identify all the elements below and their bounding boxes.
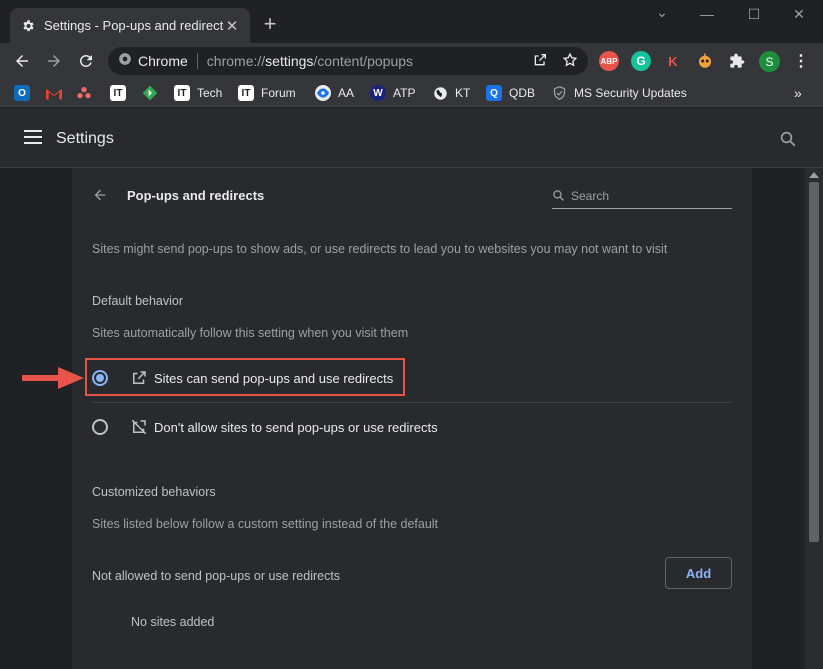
bookmark-label: Tech [197,86,223,100]
address-bar[interactable]: Chrome chrome://settings/content/popups [108,47,588,75]
bookmark-label: MS Security Updates [574,86,687,100]
menu-icon[interactable] [24,130,42,144]
new-tab-button[interactable]: + [260,13,280,35]
puzzle-icon[interactable] [727,51,747,71]
profile-avatar[interactable]: S [759,51,780,72]
diamond-icon [142,85,158,101]
bookmark-atp[interactable]: W ATP [370,84,415,102]
divider [92,402,732,403]
back-arrow-icon[interactable] [92,187,108,203]
bookmark-star-icon[interactable] [562,52,578,73]
gear-icon [20,18,36,34]
settings-header: Settings [0,108,823,168]
add-button[interactable]: Add [665,557,732,589]
popup-blocked-icon [130,418,148,436]
atp-icon: W [370,85,386,101]
settings-title: Settings [56,130,114,147]
empty-list-message: No sites added [131,615,215,629]
back-button[interactable] [11,50,33,72]
eye-icon [315,85,331,101]
url-text: chrome://settings/content/popups [206,53,414,69]
scroll-up-arrow-icon[interactable] [809,172,819,178]
bookmark-outlook[interactable]: O [14,84,37,102]
share-icon[interactable] [532,52,548,73]
grammarly-icon[interactable]: G [631,51,651,71]
tab-strip: Settings - Pop-ups and redirects ✕ + ⌄ —… [0,0,823,43]
bot-extension-icon[interactable] [695,51,715,71]
close-tab-icon[interactable]: ✕ [224,17,240,35]
tab-settings[interactable]: Settings - Pop-ups and redirects ✕ [10,8,250,43]
more-menu-icon[interactable]: ⋮ [791,51,811,71]
radio-block-popups[interactable] [92,419,108,435]
close-window-button[interactable]: ✕ [784,6,814,26]
shield-icon [551,85,567,101]
scrollbar[interactable] [805,168,823,669]
option-label: Don't allow sites to send pop-ups or use… [154,419,438,435]
forward-arrow-icon [48,55,60,67]
bookmark-diamond[interactable] [142,84,165,102]
search-icon [552,189,566,203]
minimize-button[interactable]: — [692,6,722,26]
bookmark-forum[interactable]: IT Forum [238,84,296,102]
bookmark-gmail[interactable] [46,84,69,102]
bookmark-ms-security-updates[interactable]: MS Security Updates [551,84,687,102]
bookmarks-overflow-button[interactable]: » [794,84,802,102]
toolbar: Chrome chrome://settings/content/popups … [0,43,823,79]
search-box[interactable] [552,185,732,209]
reload-button[interactable] [75,50,97,72]
customized-behaviors-description: Sites listed below follow a custom setti… [92,517,439,531]
bookmark-aa[interactable]: AA [315,84,354,102]
bookmark-label: Forum [261,86,296,100]
q-icon: Q [486,85,502,101]
it-icon: IT [174,85,190,101]
bookmark-asana[interactable] [76,84,99,102]
forward-button[interactable] [43,50,65,72]
k-extension-icon[interactable]: K [663,51,683,71]
page-title: Pop-ups and redirects [127,188,265,203]
chrome-logo-icon [118,52,132,71]
it-icon: IT [238,85,254,101]
omnibox-separator [196,53,198,69]
bookmark-label: KT [455,86,471,100]
page-description: Sites might send pop-ups to show ads, or… [92,242,668,256]
option-block-popups[interactable]: Don't allow sites to send pop-ups or use… [92,414,438,440]
outlook-icon: O [14,85,30,101]
pointer-arrow-icon [22,367,84,389]
reload-icon [79,54,92,67]
gmail-icon [46,85,62,101]
bookmark-tech[interactable]: IT Tech [174,84,222,102]
globe-icon [432,85,448,101]
it-icon: IT [110,85,126,101]
bookmark-label: AA [338,86,355,100]
bookmark-label: ATP [393,86,416,100]
site-chip: Chrome [138,53,188,69]
maximize-button[interactable]: ☐ [739,6,769,26]
bookmarks-bar: O IT IT Tech IT Forum AA W ATP KT Q QDB … [0,79,823,107]
search-icon[interactable] [779,130,797,148]
asana-icon [76,85,92,101]
not-allowed-heading: Not allowed to send pop-ups or use redir… [92,569,341,583]
scroll-thumb[interactable] [809,182,819,542]
customized-behaviors-heading: Customized behaviors [92,485,216,499]
search-input[interactable] [571,187,726,205]
bookmark-it[interactable]: IT [110,84,133,102]
tab-title: Settings - Pop-ups and redirects [44,18,224,33]
bookmark-qdb[interactable]: Q QDB [486,84,535,102]
bookmark-kt[interactable]: KT [432,84,470,102]
default-behavior-heading: Default behavior [92,294,184,308]
highlight-box [85,358,405,396]
back-arrow-icon [16,55,28,67]
tab-search-chevron-icon[interactable]: ⌄ [647,4,677,24]
default-behavior-description: Sites automatically follow this setting … [92,326,409,340]
bookmark-label: QDB [509,86,536,100]
adblock-plus-icon[interactable]: ABP [599,51,619,71]
